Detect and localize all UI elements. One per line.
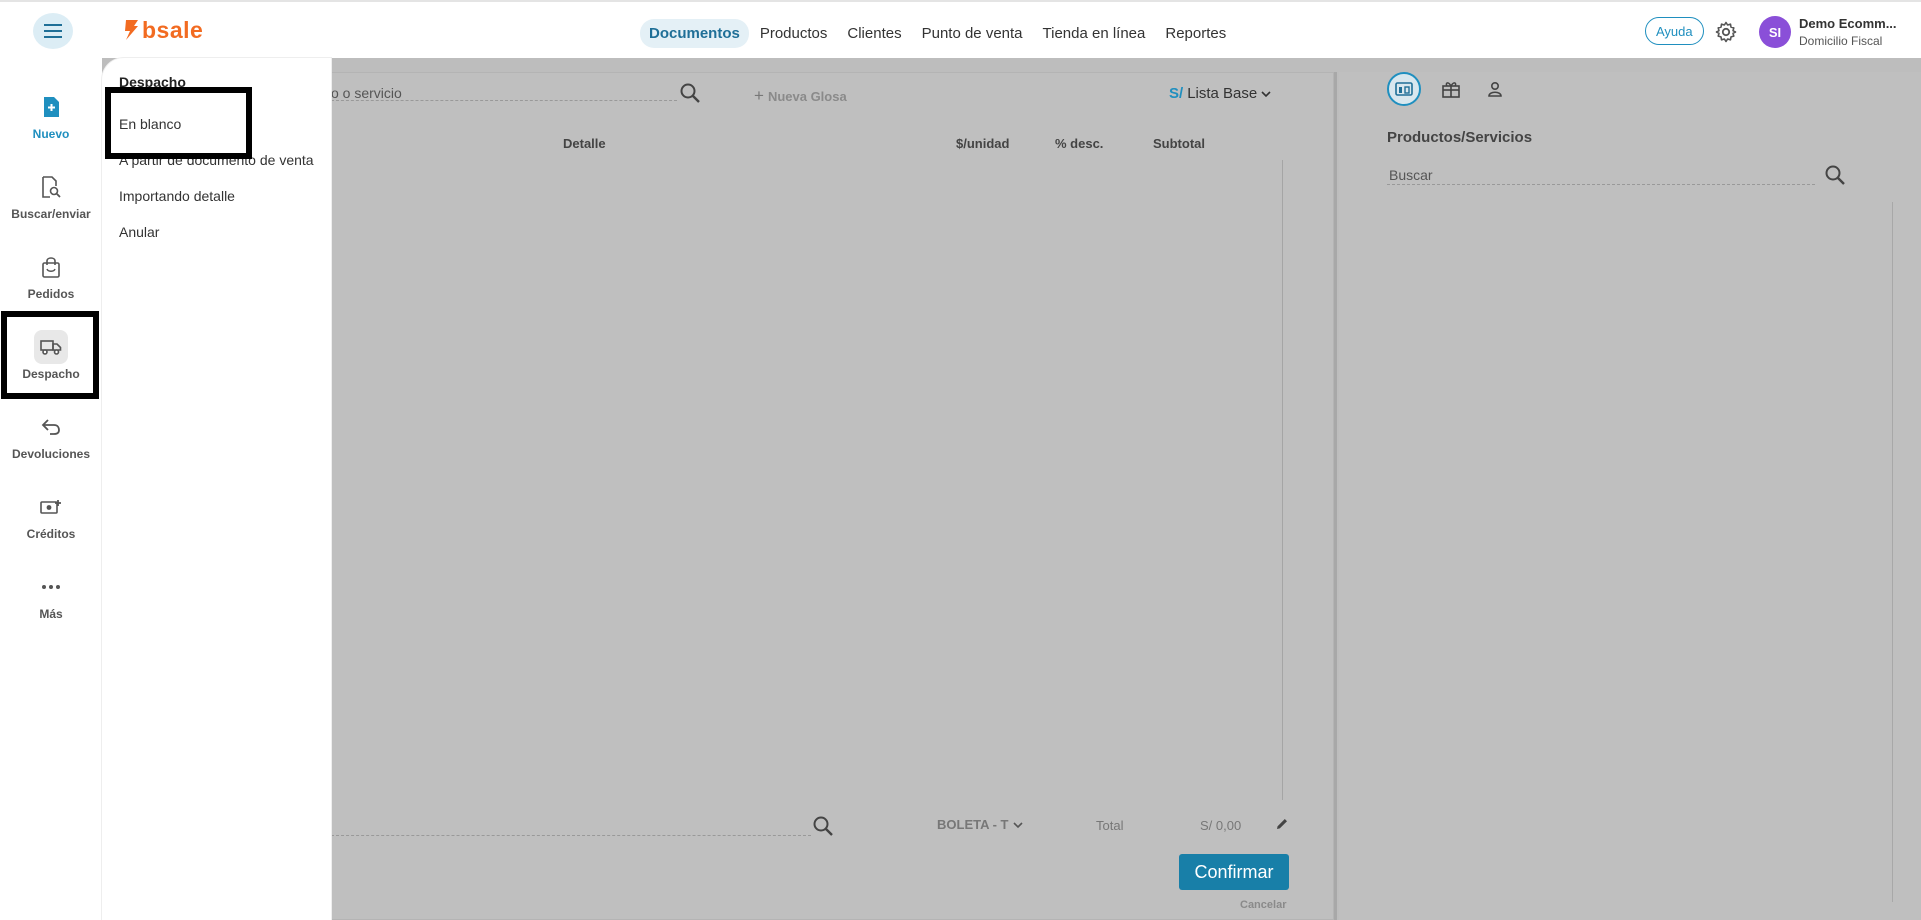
products-search-icon[interactable] — [1824, 164, 1846, 186]
gear-icon[interactable] — [1714, 20, 1738, 44]
total-label: Total — [1096, 818, 1124, 833]
gift-icon — [1442, 82, 1460, 98]
product-search-input[interactable]: o o servicio — [331, 85, 402, 101]
sidebar-item-mas[interactable]: Más — [0, 570, 102, 621]
nav-reportes[interactable]: Reportes — [1156, 19, 1235, 48]
nav-clientes[interactable]: Clientes — [838, 19, 910, 48]
detail-scrollbar[interactable] — [1282, 160, 1283, 800]
sidebar-item-despacho[interactable]: Despacho — [0, 330, 102, 381]
user-location: Domicilio Fiscal — [1799, 34, 1883, 48]
main-overlay: o o servicio + Nueva Glosa S/ Lista Base… — [102, 58, 1921, 920]
popout-item-anular[interactable]: Anular — [119, 224, 159, 240]
bsale-logo[interactable]: bsale — [122, 16, 203, 44]
hamburger-menu-button[interactable] — [33, 13, 73, 49]
popout-title: Despacho — [119, 74, 186, 90]
popout-item-desde-documento-venta[interactable]: A partir de documento de venta — [119, 152, 314, 168]
nav-documentos[interactable]: Documentos — [640, 19, 749, 48]
top-navigation: Documentos Productos Clientes Punto de v… — [640, 19, 1237, 48]
hamburger-icon — [44, 24, 62, 38]
sidebar-item-label: Pedidos — [27, 287, 75, 301]
currency-symbol: S/ — [1169, 85, 1184, 102]
sidebar-item-label: Créditos — [26, 527, 76, 541]
nav-tienda-en-linea[interactable]: Tienda en línea — [1034, 19, 1155, 48]
column-header-discount: % desc. — [1055, 136, 1104, 151]
column-header-detalle: Detalle — [563, 136, 606, 151]
client-search-icon[interactable] — [812, 815, 834, 837]
avatar[interactable]: SI — [1759, 16, 1791, 48]
help-button[interactable]: Ayuda — [1645, 17, 1704, 45]
chevron-down-icon — [1261, 90, 1271, 97]
catalog-icon — [1395, 82, 1413, 96]
column-header-subtotal: Subtotal — [1153, 136, 1205, 151]
shopping-bag-icon — [34, 250, 68, 284]
chevron-down-icon — [1012, 821, 1023, 828]
user-name: Demo Ecomm... — [1799, 16, 1897, 31]
search-icon[interactable] — [679, 82, 701, 104]
edit-pencil-icon[interactable] — [1275, 817, 1289, 831]
truck-icon — [34, 330, 68, 364]
nav-punto-de-venta[interactable]: Punto de venta — [913, 19, 1032, 48]
more-dots-icon — [34, 570, 68, 604]
sidebar-item-label: Nuevo — [32, 127, 70, 141]
tab-promotions[interactable] — [1434, 72, 1468, 106]
tab-client[interactable] — [1478, 72, 1512, 106]
logo-text: bsale — [142, 16, 204, 43]
plus-icon: + — [754, 86, 764, 105]
credit-cash-icon — [34, 490, 68, 524]
sidebar-item-pedidos[interactable]: Pedidos — [0, 250, 102, 301]
sidebar-item-buscar-enviar[interactable]: Buscar/enviar — [0, 170, 102, 221]
tab-catalog[interactable] — [1387, 72, 1421, 106]
search-document-icon — [34, 170, 68, 204]
left-sidebar: Nuevo Buscar/enviar Pedidos Despacho Dev… — [0, 58, 102, 920]
products-panel: Productos/Servicios Buscar — [1339, 72, 1921, 920]
sidebar-item-nuevo[interactable]: Nuevo — [0, 90, 102, 141]
document-type-selector[interactable]: BOLETA - T — [937, 817, 1023, 832]
client-search-underline — [331, 835, 811, 836]
sidebar-item-creditos[interactable]: Créditos — [0, 490, 102, 541]
document-panel: o o servicio + Nueva Glosa S/ Lista Base… — [331, 72, 1337, 920]
new-gloss-button[interactable]: + Nueva Glosa — [754, 86, 847, 106]
bsale-logo-icon — [125, 20, 138, 40]
despacho-popout-menu: Despacho En blanco A partir de documento… — [102, 58, 331, 920]
price-list-selector[interactable]: S/ Lista Base — [1169, 85, 1271, 102]
products-search-underline — [1387, 184, 1815, 185]
sidebar-item-label: Más — [39, 607, 63, 621]
products-search-input[interactable]: Buscar — [1389, 167, 1433, 183]
return-arrow-icon — [34, 410, 68, 444]
products-panel-title: Productos/Servicios — [1387, 129, 1533, 146]
sidebar-item-label: Devoluciones — [11, 447, 91, 461]
nav-productos[interactable]: Productos — [751, 19, 837, 48]
person-icon — [1488, 81, 1502, 97]
price-list-label: Lista Base — [1187, 85, 1258, 102]
column-header-unit-price: $/unidad — [956, 136, 1010, 151]
new-gloss-label: Nueva Glosa — [767, 88, 847, 104]
document-type-label: BOLETA - T — [937, 817, 1009, 832]
products-scrollbar[interactable] — [1892, 202, 1893, 902]
cancel-link[interactable]: Cancelar — [1240, 899, 1286, 911]
confirm-button[interactable]: Confirmar — [1179, 854, 1289, 890]
new-document-icon — [34, 90, 68, 124]
total-value: S/ 0,00 — [1200, 818, 1242, 833]
popout-item-importando-detalle[interactable]: Importando detalle — [119, 188, 235, 204]
user-info[interactable]: Demo Ecomm... Domicilio Fiscal — [1799, 16, 1911, 48]
sidebar-item-label: Buscar/enviar — [11, 207, 91, 221]
sidebar-item-label: Despacho — [22, 367, 80, 381]
popout-item-en-blanco[interactable]: En blanco — [119, 116, 181, 132]
sidebar-item-devoluciones[interactable]: Devoluciones — [0, 410, 102, 461]
top-bar: bsale Documentos Productos Clientes Punt… — [0, 0, 1921, 58]
